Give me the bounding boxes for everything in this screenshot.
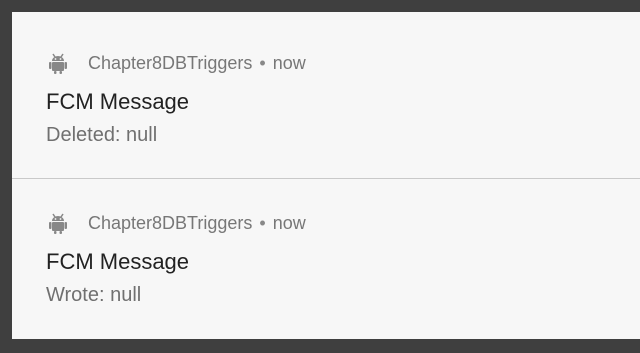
notification-stack: Chapter8DBTriggers • now FCM Message Del… xyxy=(12,12,640,339)
android-icon xyxy=(46,51,70,75)
notification-time: now xyxy=(272,212,306,233)
notification-body: Wrote: null xyxy=(46,284,142,306)
notification-body: Deleted: null xyxy=(46,124,158,146)
app-name: Chapter8DBTriggers xyxy=(88,212,253,233)
android-icon xyxy=(46,211,70,235)
notification-title: FCM Message xyxy=(46,89,190,114)
notification-title: FCM Message xyxy=(46,249,190,274)
notification-time: now xyxy=(272,52,306,73)
notification-card[interactable]: Chapter8DBTriggers • now FCM Message Wro… xyxy=(12,179,640,339)
header-separator: • xyxy=(259,212,266,233)
app-name: Chapter8DBTriggers xyxy=(88,52,253,73)
header-separator: • xyxy=(259,52,266,73)
notification-header: Chapter8DBTriggers • now xyxy=(46,211,306,235)
notification-header: Chapter8DBTriggers • now xyxy=(46,51,306,75)
notification-card[interactable]: Chapter8DBTriggers • now FCM Message Del… xyxy=(12,12,640,178)
